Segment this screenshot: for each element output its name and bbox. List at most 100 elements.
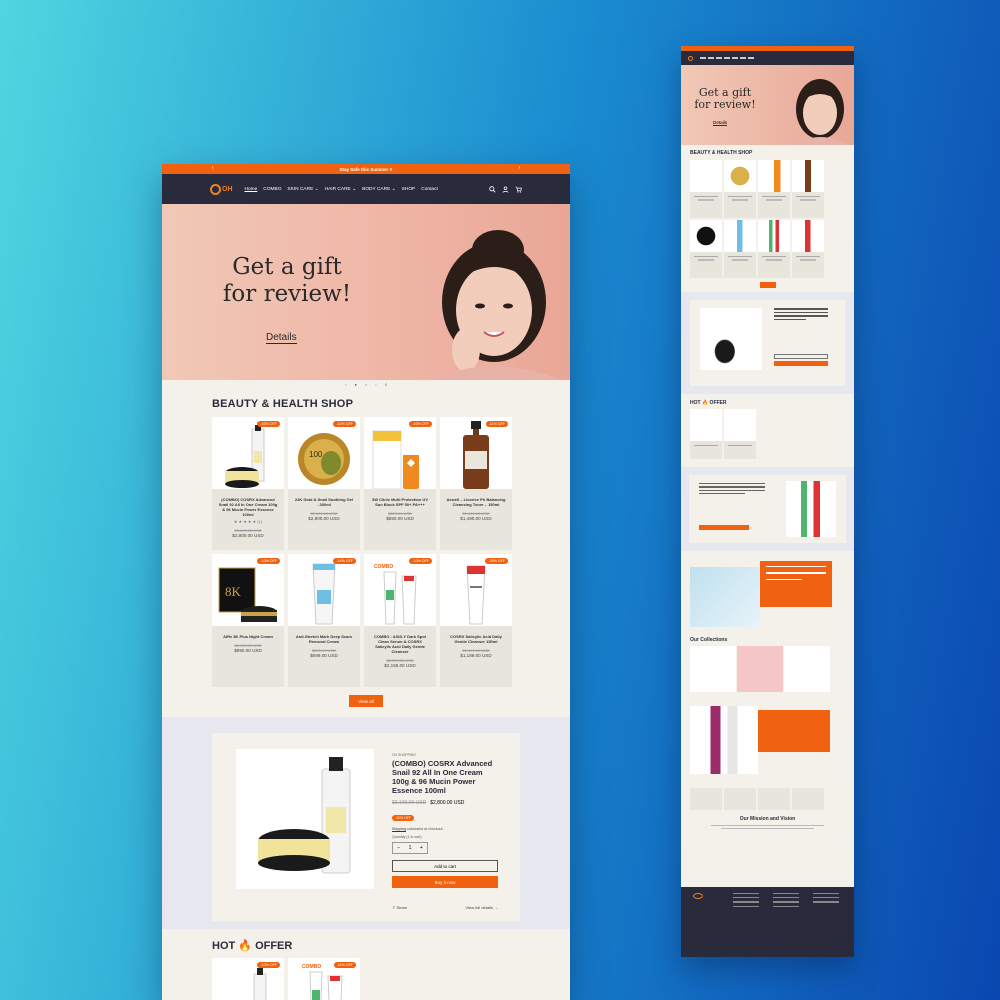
sale-price: $990.00 USD	[234, 648, 262, 653]
product-image: -11% OFF	[440, 417, 512, 489]
search-icon[interactable]	[489, 185, 496, 193]
discount-badge: -10% OFF	[409, 558, 432, 564]
svg-text:COMBO: COMBO	[374, 564, 393, 570]
account-icon[interactable]	[502, 185, 509, 193]
product-card[interactable]: -10% OFF 3W Clinic Multi Protection UV S…	[364, 417, 436, 550]
quantity-stepper: − 1 +	[392, 842, 428, 854]
product-name[interactable]: 24K Gold & Snail Soothing Gel - 300ml	[288, 489, 360, 507]
nav-item-combo[interactable]: COMBO	[263, 187, 281, 192]
svg-text:8K: 8K	[225, 584, 242, 599]
product-name[interactable]: Acwell – Licorice Ph Balancing Cleansing…	[440, 489, 512, 507]
quantity-input[interactable]: 1	[409, 845, 412, 851]
hot-offer-title-mini: HOT 🔥 OFFER	[690, 400, 727, 406]
hot-offer-grid: -10% OFF -11% OFF COMBO	[162, 952, 570, 1000]
nav-item-home[interactable]: Home	[245, 187, 258, 192]
product-card-mini	[758, 220, 790, 278]
logo-ring-icon	[210, 183, 221, 195]
rating-stars: ★ ★ ★ ★ ★ (1)	[233, 519, 263, 524]
svg-text:100: 100	[309, 450, 323, 459]
product-name[interactable]: COSRX Salicylic Acid Daily Gentle Cleans…	[440, 626, 512, 644]
sale-price: $2,159.00 USD	[384, 663, 416, 668]
product-name[interactable]: COMBO : AXIS-Y Dark Spot Clean Serum & C…	[364, 626, 436, 654]
product-card[interactable]: -20% OFF COSRX Salicylic Acid Daily Gent…	[440, 554, 512, 687]
featured-product: OH SHOPPING (COMBO) COSRX Advanced Snail…	[212, 733, 520, 921]
product-card-mini	[724, 220, 756, 278]
announcement-prev-arrow[interactable]: ‹	[212, 165, 214, 171]
discount-badge: -10% OFF	[392, 815, 415, 821]
slider-dot-active[interactable]: ●	[354, 382, 356, 387]
collections-grid-mini	[681, 643, 854, 692]
hot-product-card[interactable]: -10% OFF	[212, 958, 284, 1000]
sale-price: $1,189.00 USD	[460, 653, 492, 658]
discount-badge: -10% OFF	[257, 421, 280, 427]
view-full-details-link[interactable]: View full details →	[465, 905, 498, 910]
quantity-label: Quantity (1 in cart)	[392, 835, 422, 839]
product-card[interactable]: -10% OFF COMBO COMBO : AXIS-Y Dark Spot …	[364, 554, 436, 687]
product-card[interactable]: -10% OFF 8K AiRe 8K Plus Night Cream $1,…	[212, 554, 284, 687]
share-button[interactable]: ⇪ Share	[392, 905, 407, 910]
hot-offer-title: HOT 🔥 OFFER	[212, 940, 293, 952]
product-grid-mini	[681, 156, 854, 278]
hero-banner-mini: Get a gift for review! Details	[681, 65, 854, 145]
main-menu: Home COMBO SKIN CARE ⌄ HAIR CARE ⌄ BODY …	[245, 187, 438, 192]
nav-item-shop[interactable]: SHOP	[402, 187, 416, 192]
product-card[interactable]: -14% OFF Anti-Stretch Mark Deep Scars Re…	[288, 554, 360, 687]
hero-details-link[interactable]: Details	[266, 332, 297, 344]
featured-footer: ⇪ Share View full details →	[392, 905, 498, 910]
sale-price: $2,800.00 USD	[232, 533, 264, 538]
nav-item-contact[interactable]: Contact	[421, 187, 438, 192]
features-row-mini	[681, 786, 854, 810]
product-card-mini	[792, 220, 824, 278]
header-icons	[489, 185, 522, 193]
product-name[interactable]: Anti-Stretch Mark Deep Scars Removal Cre…	[288, 626, 360, 644]
view-all-button[interactable]: View all	[349, 695, 383, 707]
logo-text: OH	[222, 185, 233, 193]
discount-badge: -14% OFF	[333, 558, 356, 564]
product-card-mini	[758, 160, 790, 218]
product-card[interactable]: -10% OFF (COMBO) COSRX Advanced Snail 92…	[212, 417, 284, 550]
shipping-note: Shipping calculated at checkout.	[392, 827, 444, 831]
buy-now-button[interactable]: Buy it now	[392, 876, 498, 888]
product-name[interactable]: AiRe 8K Plus Night Cream	[212, 626, 284, 639]
header-nav: OH Home COMBO SKIN CARE ⌄ HAIR CARE ⌄ BO…	[162, 174, 570, 204]
nav-item-skin-care[interactable]: SKIN CARE ⌄	[287, 187, 318, 192]
nav-item-hair-care[interactable]: HAIR CARE ⌄	[325, 187, 356, 192]
product-name[interactable]: 3W Clinic Multi Protection UV Sun Block …	[364, 489, 436, 507]
product-name[interactable]: (COMBO) COSRX Advanced Snail 92 All In O…	[212, 489, 284, 517]
featured-price: $3,100.00 USD $2,800.00 USD	[392, 800, 500, 806]
announcement-text: Stay Safe this Summer !!	[339, 166, 393, 172]
slider-prev-arrow[interactable]: ‹	[345, 382, 346, 387]
nav-item-body-care[interactable]: BODY CARE ⌄	[362, 187, 396, 192]
featured-product-image[interactable]	[236, 749, 374, 889]
add-to-cart-button[interactable]: Add to cart	[392, 860, 498, 872]
svg-text:COMBO: COMBO	[302, 964, 321, 970]
quantity-increase-button[interactable]: +	[420, 845, 423, 851]
hero-details-link-mini: Details	[713, 120, 728, 126]
product-image: -10% OFF 100	[288, 417, 360, 489]
announcement-next-arrow[interactable]: ›	[518, 165, 520, 171]
hot-offer-grid-mini	[681, 406, 854, 459]
desktop-mockup: ‹ Stay Safe this Summer !! › OH Home COM…	[162, 164, 570, 1000]
product-image: -10% OFF 8K	[212, 554, 284, 626]
featured-product-section: OH SHOPPING (COMBO) COSRX Advanced Snail…	[162, 717, 570, 929]
product-card-mini	[690, 220, 722, 278]
header-nav-mini	[681, 51, 854, 65]
logo[interactable]: OH	[210, 183, 233, 195]
slider-next-arrow[interactable]: ›	[375, 382, 376, 387]
slider-dot[interactable]: ○	[365, 382, 367, 387]
slider-pause-button[interactable]: II	[385, 382, 387, 387]
hot-product-card[interactable]: -11% OFF COMBO	[288, 958, 360, 1000]
product-card[interactable]: -10% OFF 100 24K Gold & Snail Soothing G…	[288, 417, 360, 550]
compare-price: $3,100.00 USD	[392, 800, 427, 806]
product-grid: -10% OFF (COMBO) COSRX Advanced Snail 92…	[162, 410, 570, 687]
discount-badge: -10% OFF	[409, 421, 432, 427]
sale-price: $599.00 USD	[310, 653, 338, 658]
discount-badge: -11% OFF	[333, 962, 356, 968]
shipping-link[interactable]: Shipping	[392, 827, 406, 831]
quantity-decrease-button[interactable]: −	[397, 845, 400, 851]
product-card[interactable]: -11% OFF Acwell – Licorice Ph Balancing …	[440, 417, 512, 550]
mission-title-mini: Our Mission and Vision	[739, 816, 796, 822]
product-card-mini	[792, 160, 824, 218]
cart-icon[interactable]	[515, 186, 522, 193]
announcement-bar: ‹ Stay Safe this Summer !! ›	[162, 164, 570, 174]
